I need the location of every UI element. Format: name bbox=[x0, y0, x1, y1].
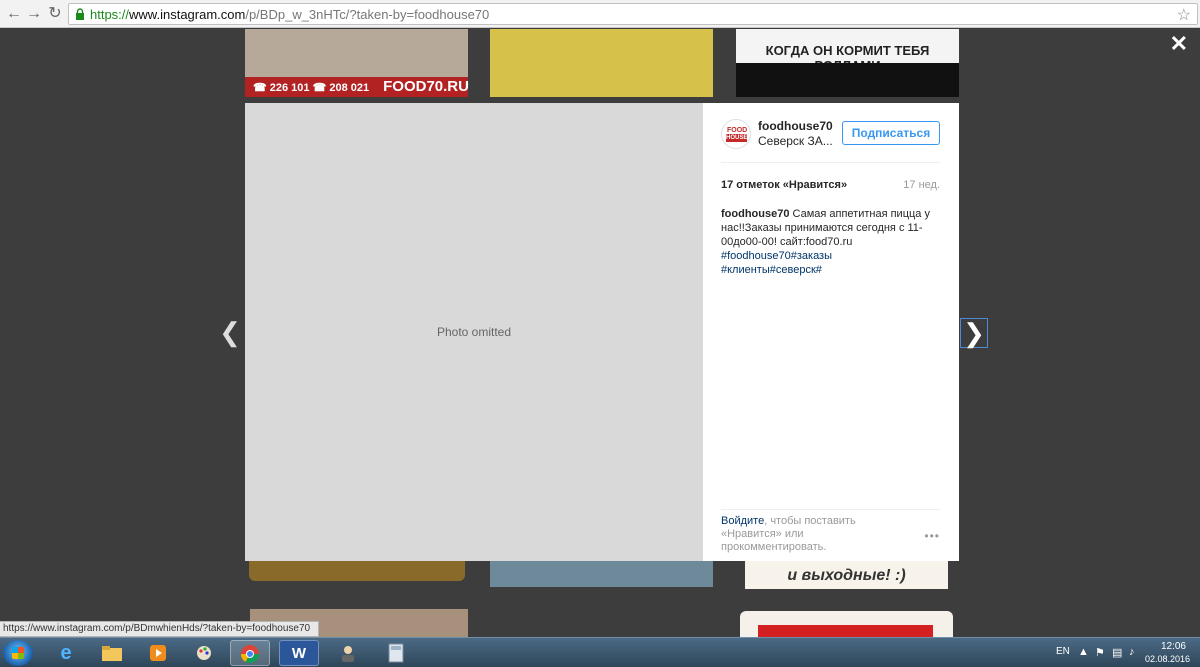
reload-icon[interactable]: ↻ bbox=[45, 4, 65, 24]
previous-post-arrow-icon[interactable]: ❮ bbox=[216, 318, 244, 348]
hashtags-line-2[interactable]: #клиенты#северск# bbox=[721, 264, 822, 276]
calculator-icon[interactable] bbox=[376, 640, 416, 666]
photo-omitted-note: Photo omitted bbox=[436, 325, 512, 339]
file-explorer-icon[interactable] bbox=[92, 640, 132, 666]
login-link[interactable]: Войдите bbox=[721, 515, 764, 527]
likes-count[interactable]: 17 отметок «Нравится» bbox=[721, 179, 847, 191]
url-path: /p/BDp_w_3nHTc/?taken-by=foodhouse70 bbox=[245, 7, 490, 22]
start-button[interactable] bbox=[3, 640, 33, 666]
paint-icon[interactable] bbox=[184, 640, 224, 666]
show-hidden-icons-icon[interactable]: ▲ bbox=[1078, 646, 1089, 658]
username-link[interactable]: foodhouse70 bbox=[758, 119, 833, 133]
caption-owner-link[interactable]: foodhouse70 bbox=[721, 208, 789, 220]
system-tray: EN ▲ ⚑ ▤ ♪ 12:06 02.08.2016 bbox=[1040, 638, 1200, 667]
post-photo-placeholder: Photo omitted bbox=[245, 103, 703, 561]
url-scheme: https:// bbox=[90, 7, 130, 22]
network-icon[interactable]: ▤ bbox=[1112, 646, 1122, 659]
address-bar[interactable]: https://www.instagram.com/p/BDp_w_3nHTc/… bbox=[68, 3, 1198, 25]
avatar-text-bottom: HOUSE bbox=[726, 134, 748, 142]
post-caption: foodhouse70 Самая аппетитная пицца у нас… bbox=[721, 207, 939, 277]
location-link[interactable]: Северск ЗА... bbox=[758, 134, 833, 148]
clock-date[interactable]: 02.08.2016 bbox=[1145, 654, 1190, 664]
grid-tile[interactable]: и выходные! :) bbox=[745, 561, 948, 589]
hashtags-line-1[interactable]: #foodhouse70#заказы bbox=[721, 250, 832, 262]
language-indicator[interactable]: EN bbox=[1056, 646, 1070, 657]
grid-tile[interactable] bbox=[490, 29, 713, 97]
bookmark-star-icon[interactable]: ☆ bbox=[1177, 5, 1191, 25]
post-modal: Photo omitted FOOD HOUSE foodhouse70 Сев… bbox=[245, 103, 959, 561]
avatar-text-top: FOOD bbox=[727, 127, 748, 134]
grid-tile[interactable] bbox=[249, 561, 465, 581]
tile-promo-band: ☎ 226 101 ☎ 208 021 FOOD70.RU bbox=[245, 77, 469, 97]
media-player-icon[interactable] bbox=[138, 640, 178, 666]
browser-toolbar: ← → ↻ https://www.instagram.com/p/BDp_w_… bbox=[0, 0, 1200, 28]
grid-tile[interactable] bbox=[740, 611, 953, 637]
grid-tile[interactable]: КОГДА ОН КОРМИТ ТЕБЯ РОЛЛАМИ bbox=[736, 29, 959, 97]
grid-tile[interactable]: ☎ 226 101 ☎ 208 021 FOOD70.RU bbox=[245, 29, 469, 97]
tile-site: FOOD70.RU bbox=[383, 78, 469, 95]
lock-icon bbox=[76, 8, 84, 20]
internet-explorer-icon[interactable]: e bbox=[46, 640, 86, 666]
post-sidebar: FOOD HOUSE foodhouse70 Северск ЗА... Под… bbox=[703, 103, 959, 561]
forward-arrow-icon[interactable]: → bbox=[24, 4, 44, 24]
tile-caption: и выходные! :) bbox=[787, 567, 906, 584]
grid-tile[interactable] bbox=[490, 561, 713, 587]
more-options-icon[interactable]: ••• bbox=[924, 529, 940, 543]
chrome-icon[interactable] bbox=[230, 640, 270, 666]
taskbar: e W EN ▲ ⚑ ▤ ♪ 12:06 02.08.2016 bbox=[0, 637, 1200, 667]
tile-phone: ☎ 226 101 ☎ 208 021 bbox=[253, 82, 370, 94]
link-status-bubble: https://www.instagram.com/p/BDmwhienHds/… bbox=[0, 621, 320, 637]
windows-logo-icon bbox=[12, 647, 24, 659]
post-age[interactable]: 17 нед. bbox=[903, 179, 940, 191]
login-prompt: Войдите, чтобы поставить «Нравится» или … bbox=[721, 515, 871, 554]
post-header: FOOD HOUSE foodhouse70 Северск ЗА... Под… bbox=[721, 117, 940, 163]
avatar[interactable]: FOOD HOUSE bbox=[721, 119, 751, 149]
close-icon[interactable]: ✕ bbox=[1170, 33, 1188, 55]
url-host: www.instagram.com bbox=[129, 7, 246, 22]
back-arrow-icon[interactable]: ← bbox=[4, 4, 24, 24]
action-center-flag-icon[interactable]: ⚑ bbox=[1095, 646, 1105, 659]
volume-icon[interactable]: ♪ bbox=[1129, 646, 1135, 658]
next-post-arrow-icon[interactable]: ❯ bbox=[960, 318, 988, 348]
post-footer: Войдите, чтобы поставить «Нравится» или … bbox=[721, 509, 940, 554]
clock-time[interactable]: 12:06 bbox=[1161, 641, 1186, 652]
follow-button[interactable]: Подписаться bbox=[842, 121, 940, 145]
user-app-icon[interactable] bbox=[328, 640, 368, 666]
url-text: https://www.instagram.com/p/BDp_w_3nHTc/… bbox=[90, 7, 489, 22]
word-icon[interactable]: W bbox=[279, 640, 319, 666]
